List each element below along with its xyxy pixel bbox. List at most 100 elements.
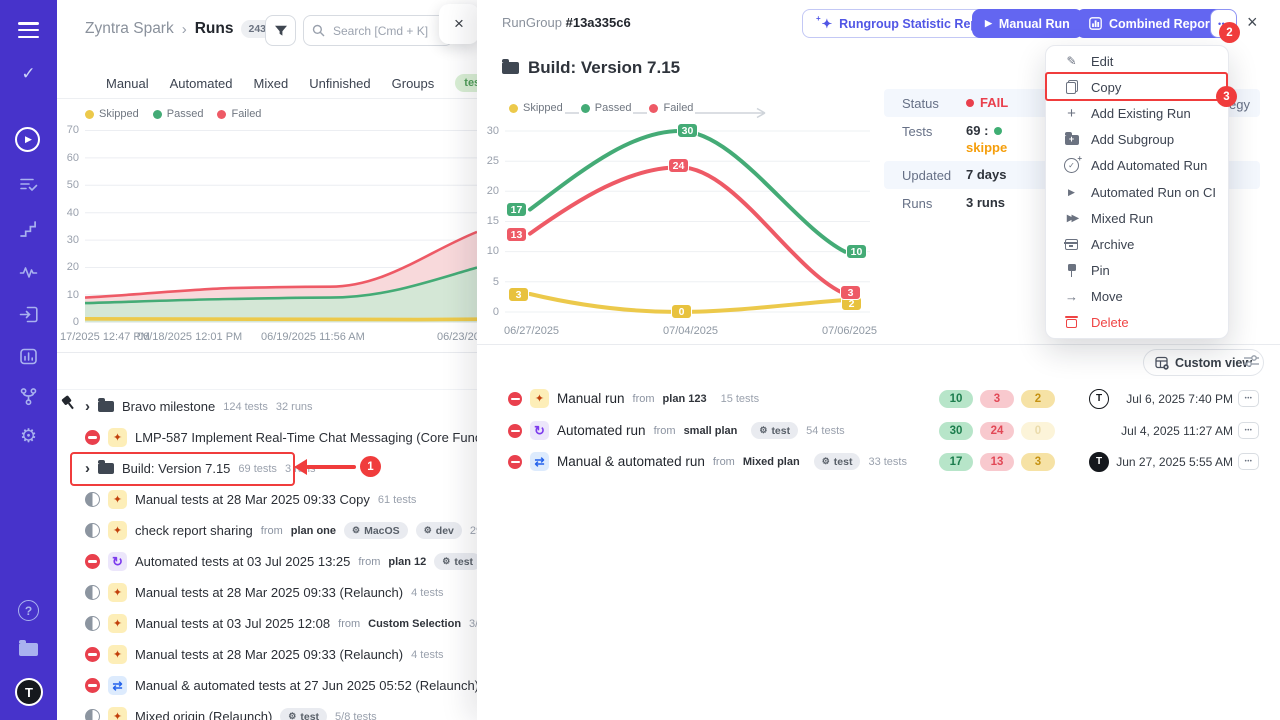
manual-run-icon: ✦ (108, 490, 127, 509)
divider (477, 344, 1280, 345)
combined-report-button[interactable]: Combined Report (1076, 9, 1227, 38)
test-plans-icon[interactable] (19, 176, 38, 194)
manual-run-icon: ✦ (108, 428, 127, 447)
menu-item-move[interactable]: → Move (1046, 284, 1228, 310)
menu-icon[interactable] (18, 22, 39, 42)
tab-mixed[interactable]: Mixed (254, 76, 289, 91)
filter-button[interactable] (265, 15, 296, 46)
data-label-passed: 30 (677, 123, 698, 138)
list-item-run[interactable]: ✦ LMP-587 Implement Real-Time Chat Messa… (57, 422, 477, 453)
tab-groups[interactable]: Groups (392, 76, 435, 91)
settings-gear-icon[interactable]: ⚙ (0, 425, 57, 448)
manual-run-button[interactable]: ▶ Manual Run (972, 9, 1083, 38)
menu-item-archive[interactable]: Archive (1046, 231, 1228, 257)
status-partial-icon (85, 523, 100, 538)
list-item-run[interactable]: ↻ Automated tests at 03 Jul 2025 13:25 f… (57, 546, 477, 577)
breadcrumb-project[interactable]: Zyntra Spark (85, 20, 174, 38)
group-run-row[interactable]: ↻ Automated run from small plan ⚙test 54… (477, 415, 1280, 446)
skipped-badge: 0 (1021, 422, 1055, 440)
pencil-icon: ✎ (1064, 54, 1079, 68)
list-item-run[interactable]: ✦ Manual tests at 28 Mar 2025 09:33 (Rel… (57, 577, 477, 608)
run-name: Manual & automated run (557, 454, 705, 469)
menu-item-pin[interactable]: Pin (1046, 258, 1228, 284)
annotation-step-2: 2 (1219, 22, 1240, 43)
tasks-icon[interactable]: ✓ (0, 64, 57, 84)
menu-item-mixed-run[interactable]: ▶▶ Mixed Run (1046, 205, 1228, 231)
list-item-run[interactable]: ✦ Manual tests at 03 Jul 2025 12:08 from… (57, 608, 477, 639)
adjust-columns-icon[interactable] (1243, 354, 1260, 368)
plan-name: Custom Selection (368, 618, 461, 630)
y-tick: 30 (59, 234, 79, 246)
activity-pulse-icon[interactable] (19, 263, 38, 281)
sparkle-glyph: ✦ (113, 431, 122, 444)
row-more-button[interactable]: ••• (1238, 390, 1259, 407)
menu-item-add-subgroup[interactable]: + Add Subgroup (1046, 127, 1228, 153)
runs-history-area-chart (85, 120, 477, 328)
question-glyph: ? (25, 604, 32, 618)
table-view-icon (1155, 356, 1169, 370)
tag-filter-chip[interactable]: tes (455, 74, 477, 92)
status-failed-icon (85, 678, 100, 693)
steps-icon[interactable] (19, 220, 38, 238)
group-run-row[interactable]: ✦ Manual run from plan 123 15 tests 10 3… (477, 383, 1280, 414)
divider (57, 389, 477, 390)
group-run-row[interactable]: ⇄ Manual & automated run from Mixed plan… (477, 446, 1280, 477)
annotation-highlight-build-group (70, 452, 295, 486)
chevron-right-icon[interactable]: › (85, 399, 90, 414)
list-item-run[interactable]: ⇄ Manual & automated tests at 27 Jun 202… (57, 670, 477, 701)
list-item-run[interactable]: ✦ Manual tests at 28 Mar 2025 09:33 Copy… (57, 484, 477, 515)
skipped-dot-icon (509, 104, 518, 113)
tests-count: 124 tests (223, 401, 268, 413)
legend-passed: Passed (595, 102, 632, 114)
menu-item-automated-run-on-ci[interactable]: ▶ Automated Run on CI (1046, 179, 1228, 205)
list-item-group-bravo[interactable]: › Bravo milestone 124 tests 32 runs (57, 391, 477, 422)
tab-manual[interactable]: Manual (106, 76, 149, 91)
tab-unfinished[interactable]: Unfinished (309, 76, 370, 91)
tests-count: 61 tests (378, 494, 417, 506)
panel-close-button[interactable]: × (439, 4, 477, 44)
reports-icon[interactable] (19, 347, 38, 366)
runs-icon[interactable]: ▶ (15, 127, 40, 152)
group-results-line-chart (495, 120, 875, 320)
menu-item-edit[interactable]: ✎ Edit (1046, 48, 1228, 74)
mixed-run-icon: ⇄ (530, 452, 549, 471)
list-item-run[interactable]: ✦ check report sharing from plan one ⚙Ma… (57, 515, 477, 546)
menu-item-add-automated-run[interactable]: ✓+ Add Automated Run (1046, 153, 1228, 179)
row-more-button[interactable]: ••• (1238, 453, 1259, 470)
run-title: Manual tests at 28 Mar 2025 09:33 Copy (135, 492, 370, 507)
pin-icon (1064, 264, 1079, 278)
row-more-button[interactable]: ••• (1238, 422, 1259, 439)
status-label: Status (902, 96, 939, 111)
manual-run-icon: ✦ (108, 614, 127, 633)
status-failed-icon (508, 424, 522, 438)
import-runs-icon[interactable] (19, 305, 38, 324)
refresh-glyph: ↻ (534, 423, 545, 439)
plan-name: small plan (684, 425, 738, 437)
tests-count: 5/8 tests (335, 711, 377, 720)
menu-item-delete[interactable]: Delete (1046, 310, 1228, 336)
breadcrumb: Zyntra Spark › Runs 243 (85, 20, 273, 38)
assignee-avatar[interactable]: T (1089, 389, 1109, 409)
tab-automated[interactable]: Automated (170, 76, 233, 91)
rungroup-id: #13a335c6 (566, 15, 631, 30)
folder-icon (98, 401, 114, 412)
assignee-avatar[interactable]: T (1089, 452, 1109, 472)
search-input[interactable] (331, 23, 445, 39)
menu-item-add-existing-run[interactable]: + Add Existing Run (1046, 100, 1228, 126)
sparkle-glyph: ✦ (113, 493, 122, 506)
list-item-run[interactable]: ✦ Mixed origin (Relaunch) ⚙test 5/8 test… (57, 701, 477, 720)
close-detail-button[interactable]: × (1241, 11, 1264, 34)
list-item-run[interactable]: ✦ Manual tests at 28 Mar 2025 09:33 (Rel… (57, 639, 477, 670)
run-filter-tabs: Manual Automated Mixed Unfinished Groups… (57, 68, 477, 99)
projects-folder-icon[interactable] (19, 643, 38, 656)
avatar-letter: T (1096, 393, 1102, 404)
search-box (303, 15, 453, 46)
failed-dot-icon (649, 104, 658, 113)
manual-run-icon: ✦ (108, 645, 127, 664)
user-avatar[interactable]: T (15, 678, 43, 706)
data-label-passed: 17 (506, 202, 527, 217)
branches-icon[interactable] (19, 387, 38, 406)
automated-run-icon: ↻ (530, 421, 549, 440)
skipped-badge: 3 (1021, 453, 1055, 471)
help-icon[interactable]: ? (18, 600, 39, 621)
